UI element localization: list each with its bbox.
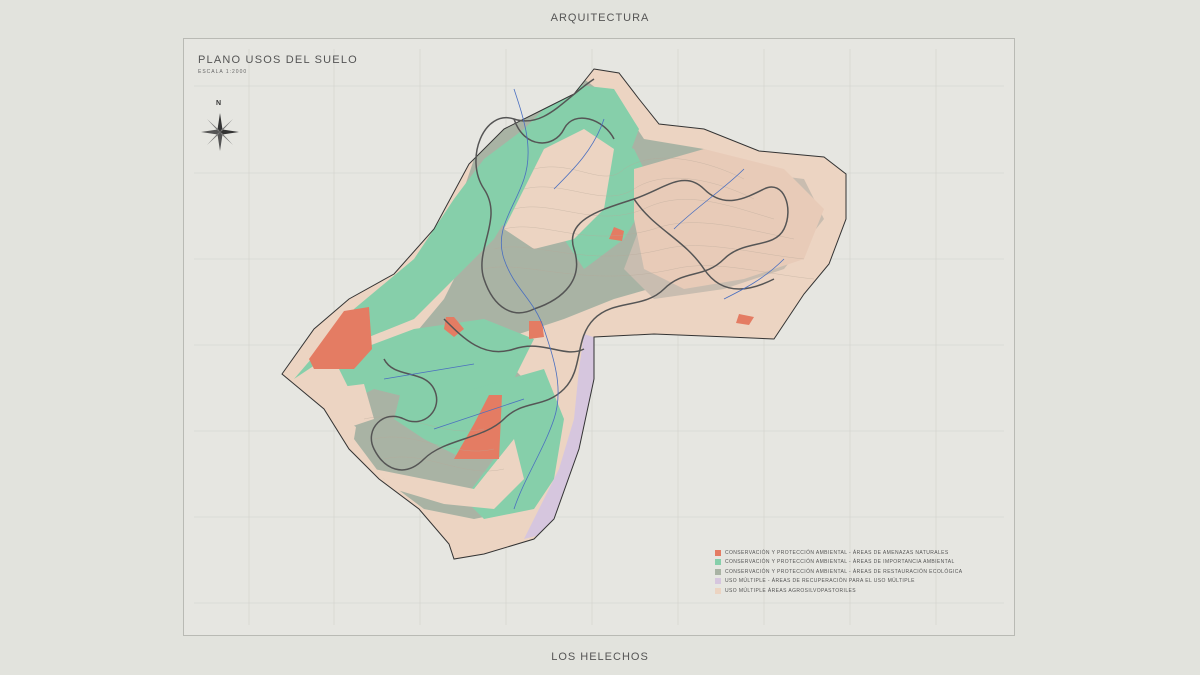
legend-label: CONSERVACIÓN Y PROTECCIÓN AMBIENTAL - ÁR… bbox=[725, 549, 949, 556]
legend-swatch-restauracion bbox=[715, 568, 721, 575]
map-legend: CONSERVACIÓN Y PROTECCIÓN AMBIENTAL - ÁR… bbox=[715, 548, 1005, 596]
legend-item: CONSERVACIÓN Y PROTECCIÓN AMBIENTAL - ÁR… bbox=[715, 548, 1005, 557]
legend-swatch-importancia bbox=[715, 559, 721, 565]
north-label: N bbox=[216, 100, 222, 107]
project-title: ARQUITECTURA bbox=[550, 12, 650, 24]
legend-label: USO MÚLTIPLE ÁREAS AGROSILVOPASTORILES bbox=[725, 587, 856, 594]
land-use-map[interactable] bbox=[184, 39, 1014, 635]
map-title: PLANO USOS DEL SUELO bbox=[198, 54, 358, 66]
map-scale: ESCALA 1:2000 bbox=[198, 69, 248, 75]
legend-swatch-agro bbox=[715, 587, 721, 594]
map-sheet: PLANO USOS DEL SUELO ESCALA 1:2000 N CON… bbox=[183, 38, 1015, 636]
legend-item: USO MÚLTIPLE ÁREAS AGROSILVOPASTORILES bbox=[715, 586, 1005, 595]
legend-label: CONSERVACIÓN Y PROTECCIÓN AMBIENTAL - ÁR… bbox=[725, 568, 963, 575]
legend-label: CONSERVACIÓN Y PROTECCIÓN AMBIENTAL - ÁR… bbox=[725, 559, 955, 565]
legend-swatch-recuperacion bbox=[715, 578, 721, 584]
legend-item: CONSERVACIÓN Y PROTECCIÓN AMBIENTAL - ÁR… bbox=[715, 567, 1005, 576]
legend-item: CONSERVACIÓN Y PROTECCIÓN AMBIENTAL - ÁR… bbox=[715, 558, 1005, 567]
north-arrow-icon bbox=[201, 113, 239, 151]
legend-swatch-amenazas bbox=[715, 549, 721, 556]
site-name: LOS HELECHOS bbox=[551, 651, 649, 663]
legend-label: USO MÚLTIPLE - ÁREAS DE RECUPERACIÓN PAR… bbox=[725, 578, 915, 584]
legend-item: USO MÚLTIPLE - ÁREAS DE RECUPERACIÓN PAR… bbox=[715, 577, 1005, 586]
